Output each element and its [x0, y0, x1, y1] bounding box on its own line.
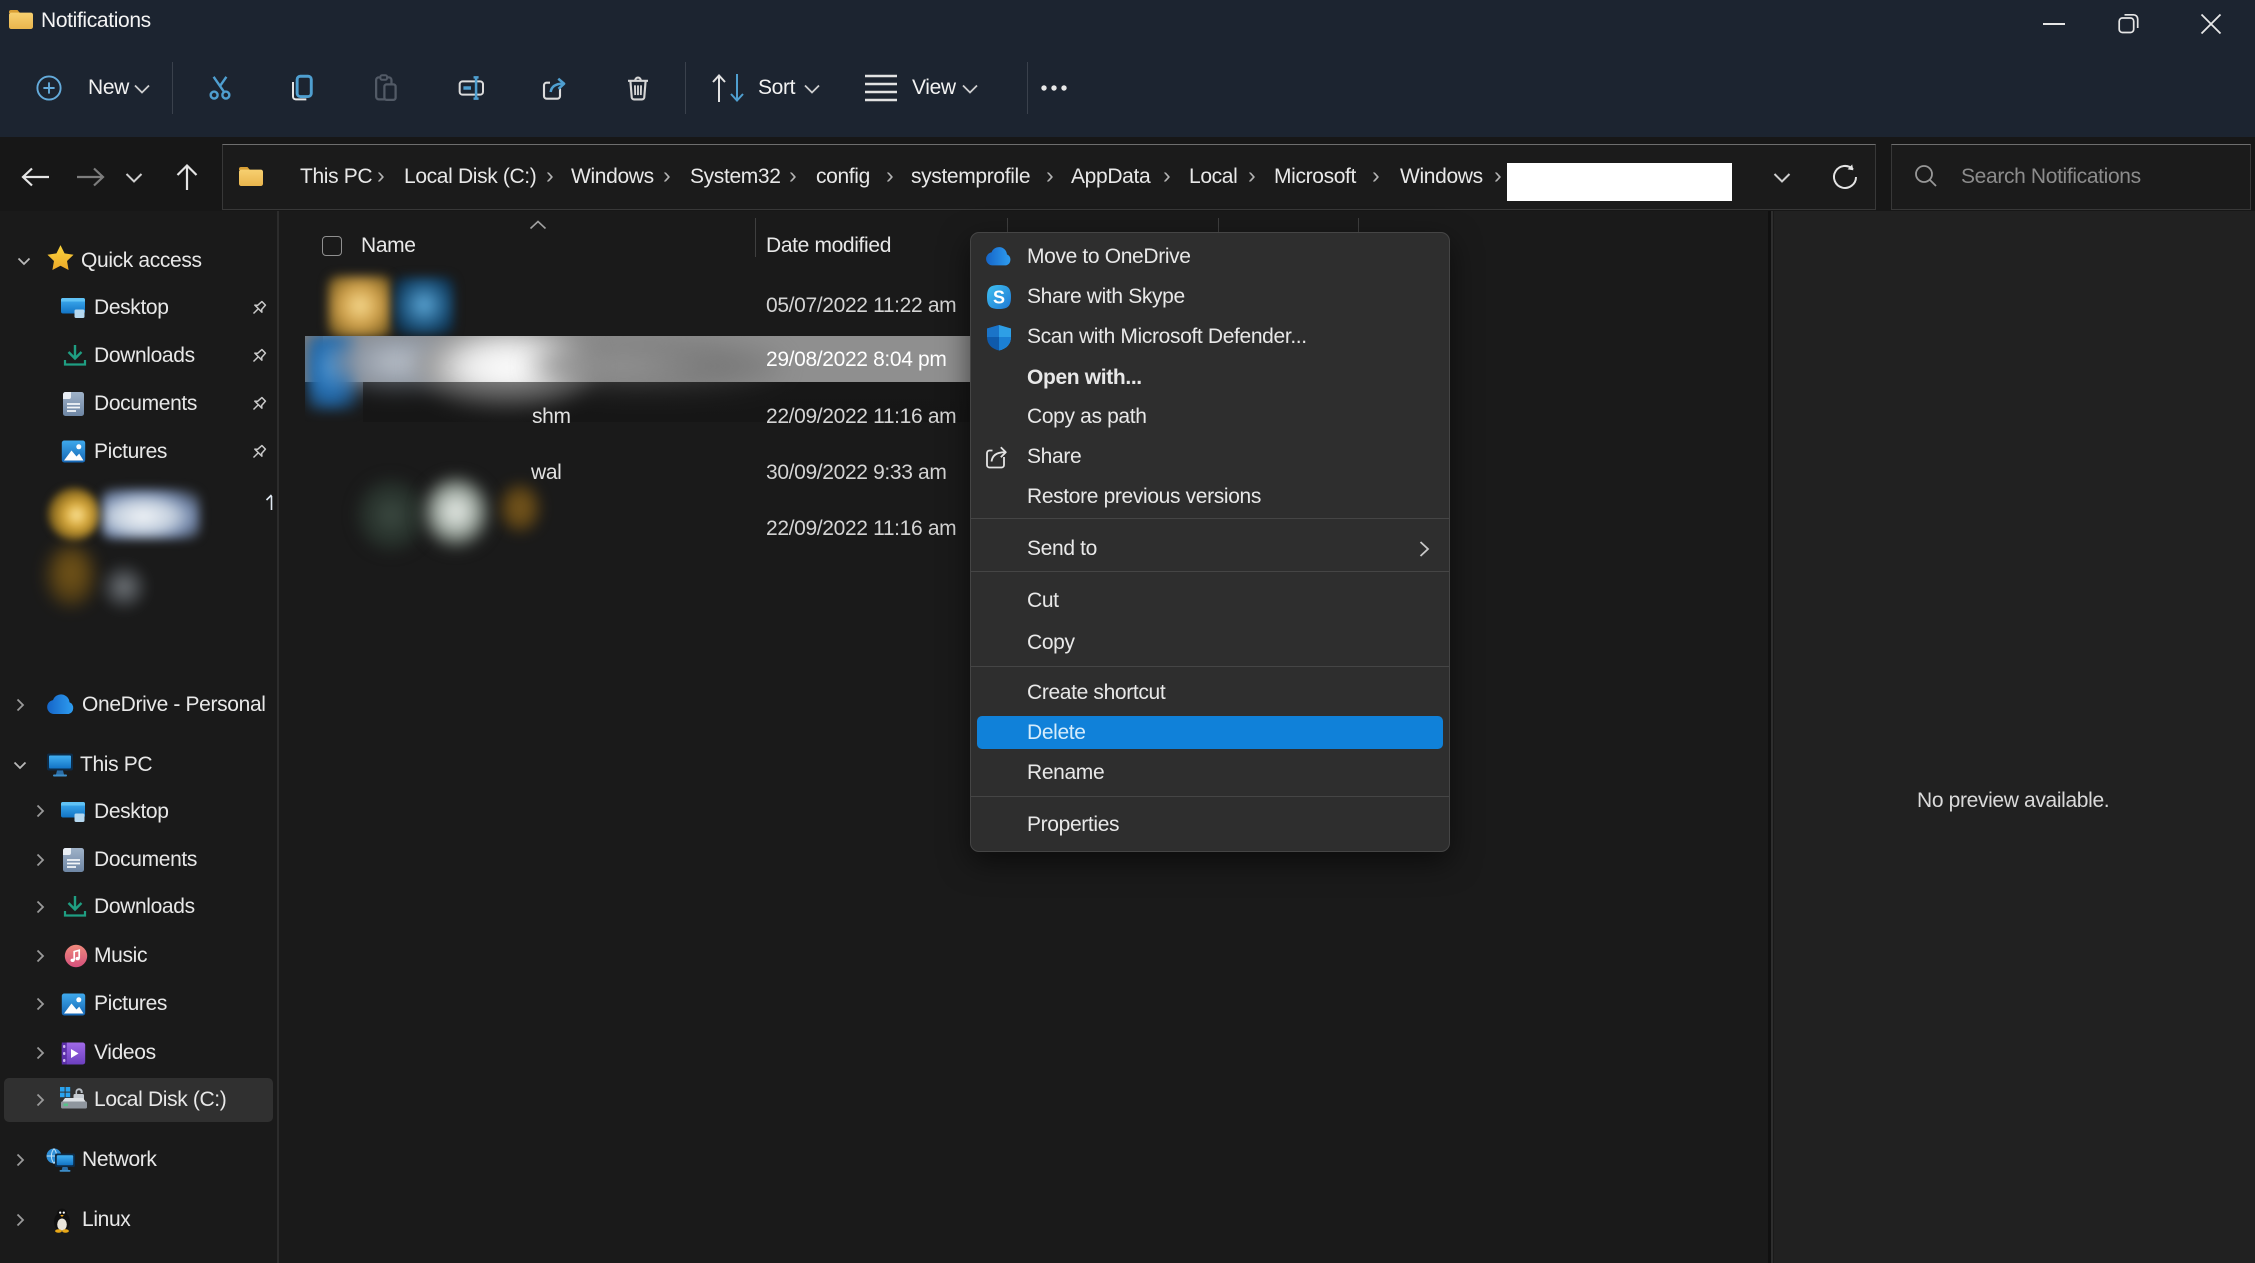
svg-text:S: S: [993, 288, 1005, 308]
